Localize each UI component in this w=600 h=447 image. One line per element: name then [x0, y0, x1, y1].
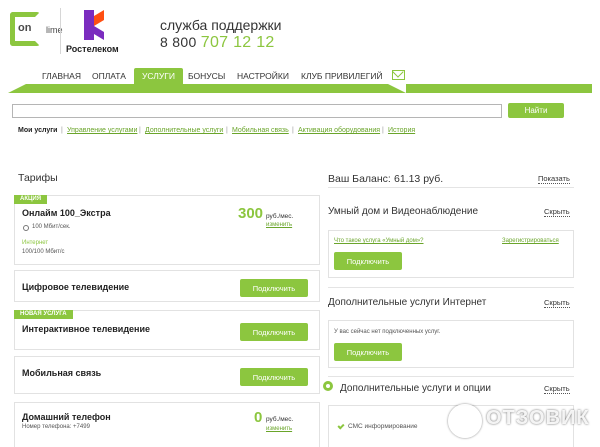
- mail-icon[interactable]: [392, 70, 405, 80]
- support-phone: 8 800 707 12 12: [160, 34, 275, 51]
- connect-interactive-tv-button[interactable]: Подключить: [240, 323, 308, 341]
- tariff-name: Онлайм 100_Экстра: [22, 208, 111, 218]
- smart-home-title: Умный дом и Видеонаблюдение: [328, 206, 479, 217]
- tariff-price-unit: руб./мес.: [266, 213, 294, 220]
- tariff-name: Мобильная связь: [22, 368, 102, 378]
- option-item: СМС информирование: [348, 423, 418, 430]
- subnav-history[interactable]: История: [388, 127, 415, 134]
- balance-value: 61.13 руб.: [394, 173, 444, 185]
- subnav-manage-services[interactable]: Управление услугами: [67, 127, 137, 134]
- gear-icon: [323, 381, 333, 391]
- support-title: служба поддержки: [160, 17, 282, 33]
- divider: [328, 287, 574, 288]
- tariff-price: 300: [238, 205, 264, 222]
- nav-item-bonuses[interactable]: БОНУСЫ: [188, 68, 225, 84]
- subnav-mobile[interactable]: Мобильная связь: [232, 127, 289, 134]
- speed-icon: [23, 225, 29, 231]
- tariff-price-unit: руб./мес.: [266, 416, 294, 423]
- extra-internet-title: Дополнительные услуги Интернет: [328, 297, 487, 308]
- subnav-equipment-activation[interactable]: Активация оборудования: [298, 127, 380, 134]
- subnav-extra-services[interactable]: Дополнительные услуги: [145, 127, 223, 134]
- phone-number: Номер телефона: +7499: [22, 424, 90, 430]
- divider: [328, 376, 574, 377]
- extra-internet-toggle[interactable]: Скрыть: [544, 298, 570, 308]
- otzovik-watermark: ОТЗОВИК: [448, 400, 596, 440]
- subnav-my-services[interactable]: Мои услуги: [18, 127, 57, 134]
- register-link[interactable]: Зарегистрироваться: [502, 238, 559, 244]
- onlime-logo[interactable]: on lime: [8, 8, 63, 52]
- nav-item-payment[interactable]: ОПЛАТА: [92, 68, 126, 84]
- nav-item-privilege-club[interactable]: КЛУБ ПРИВИЛЕГИЙ: [301, 68, 383, 84]
- search-input[interactable]: [12, 104, 502, 118]
- connect-smart-home-button[interactable]: Подключить: [334, 252, 402, 270]
- nav-item-settings[interactable]: НАСТРОЙКИ: [237, 68, 289, 84]
- service-type-label: Интернет: [22, 240, 49, 246]
- search-button[interactable]: Найти: [508, 103, 564, 118]
- smart-home-toggle[interactable]: Скрыть: [544, 207, 570, 217]
- show-balance-link[interactable]: Показать: [538, 174, 570, 184]
- extra-options-toggle[interactable]: Скрыть: [544, 384, 570, 394]
- promo-badge: АКЦИЯ: [14, 195, 48, 204]
- smart-home-info-link[interactable]: Что такое услуга «Умный дом»?: [334, 238, 424, 244]
- connect-tv-button[interactable]: Подключить: [240, 279, 308, 297]
- header: on lime Ростелеком служба поддержки 8 80…: [0, 0, 600, 62]
- rostelecom-mark-icon: [84, 10, 104, 40]
- watermark-logo-icon: [448, 404, 482, 438]
- nav-item-home[interactable]: ГЛАВНАЯ: [42, 68, 81, 84]
- rostelecom-logo[interactable]: Ростелеком: [66, 10, 122, 56]
- tariff-name: Цифровое телевидение: [22, 282, 130, 292]
- connect-mobile-button[interactable]: Подключить: [240, 368, 308, 386]
- logo-divider: [60, 8, 61, 54]
- no-services-message: У вас сейчас нет подключенных услуг.: [334, 329, 441, 335]
- connect-extra-internet-button[interactable]: Подключить: [334, 343, 402, 361]
- change-tariff-link[interactable]: изменить: [266, 222, 292, 228]
- tariffs-title: Тарифы: [18, 172, 58, 184]
- tariff-speed: 100 Мбит/сек.: [32, 224, 71, 230]
- nav-underline-bar: [8, 84, 592, 93]
- divider: [328, 187, 574, 188]
- extra-options-title: Дополнительные услуги и опции: [340, 383, 491, 394]
- tariff-name: Интерактивное телевидение: [22, 324, 151, 334]
- nav-item-services[interactable]: УСЛУГИ: [134, 68, 183, 84]
- new-service-badge: НОВАЯ УСЛУГА: [14, 310, 73, 319]
- balance-label: Ваш Баланс:: [328, 173, 391, 185]
- change-tariff-link[interactable]: изменить: [266, 426, 292, 432]
- service-detail: 100/100 Мбит/с: [22, 249, 65, 255]
- tariff-name: Домашний телефон: [22, 412, 111, 422]
- tariff-price: 0: [254, 409, 263, 426]
